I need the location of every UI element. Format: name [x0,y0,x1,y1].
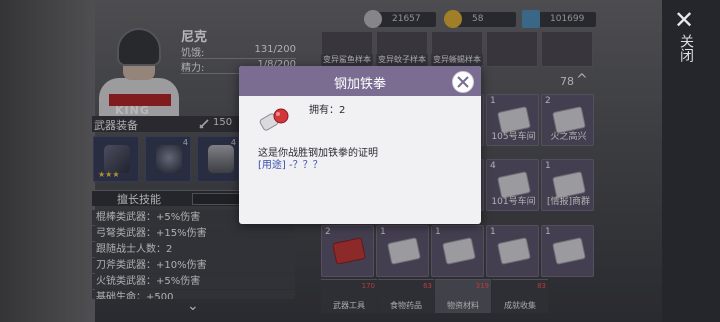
iron-fist-icon [259,108,289,131]
close-icon[interactable] [457,76,469,88]
item-usage: [用途] -？？？ [258,160,323,171]
close-icon[interactable]: ✕ [672,8,696,32]
item-detail-dialog: 钢加铁拳 拥有：2 这是你战胜钢加铁拳的证明 [用途] -？？？ [239,66,481,224]
item-owned-count: 拥有：2 [309,105,346,116]
dialog-title: 钢加铁拳 [333,77,386,92]
dialog-close-button[interactable] [452,71,474,93]
close-label[interactable]: 关闭 [674,34,694,62]
